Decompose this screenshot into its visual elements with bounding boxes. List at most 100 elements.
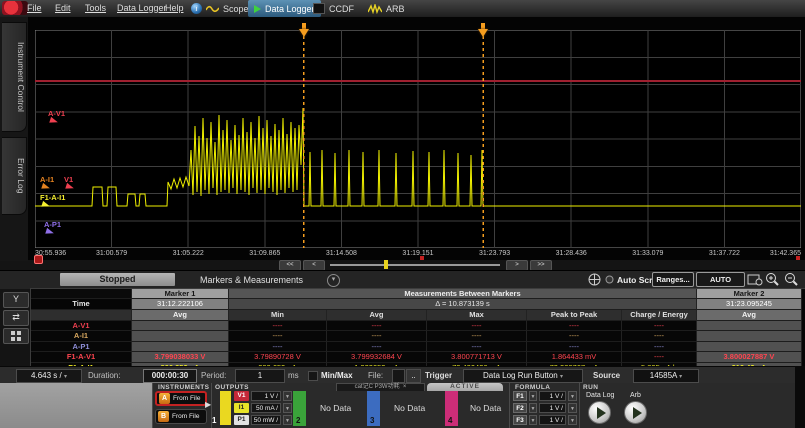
- output-v1-value[interactable]: 1 V /: [251, 391, 281, 401]
- x-axis: 30:55.93631:00.57931:05.22231:09.86531:1…: [35, 250, 801, 260]
- active-tab[interactable]: ACTIVE: [427, 383, 503, 391]
- output2-number: 2: [296, 416, 300, 425]
- channel-row-label: A-V1: [31, 321, 132, 331]
- dropdown-arrow-icon[interactable]: ▼: [529, 415, 537, 425]
- zoom-in-icon[interactable]: [765, 272, 780, 286]
- period-input[interactable]: 1: [235, 369, 285, 383]
- waveform-svg: [35, 30, 801, 248]
- tab-scope[interactable]: Scope: [200, 0, 255, 17]
- measurement-value: ----: [327, 342, 427, 352]
- timescale-dropdown[interactable]: 4.643 s / ▾: [16, 369, 82, 383]
- ccdf-icon: [313, 3, 325, 14]
- instrument-b-button[interactable]: B From File: [155, 409, 207, 424]
- dropdown-arrow-icon[interactable]: ▼: [568, 403, 577, 413]
- menu-file[interactable]: File: [27, 3, 42, 13]
- zoom-out-icon[interactable]: [784, 272, 799, 286]
- file-input[interactable]: [392, 369, 405, 383]
- bottom-left-pane: [0, 383, 152, 428]
- stat-spacer: [31, 310, 132, 321]
- chevron-down-icon[interactable]: ▾: [327, 274, 340, 287]
- x-tick-label: 31:23.793: [479, 250, 510, 257]
- measurement-value: ----: [527, 342, 622, 352]
- dropdown-arrow-icon[interactable]: ▼: [283, 403, 292, 413]
- dropdown-arrow-icon[interactable]: ▼: [283, 415, 292, 425]
- menu-tools[interactable]: Tools: [85, 3, 106, 13]
- sidebar-tab-error-log[interactable]: Error Log: [2, 137, 27, 215]
- marker2-value: [697, 321, 802, 331]
- tab-ccdf[interactable]: CCDF: [307, 0, 360, 17]
- tab-arb[interactable]: ARB: [362, 0, 411, 17]
- formula-f1-value[interactable]: 1 V /: [539, 391, 566, 401]
- stat-column-header: Charge / Energy: [622, 310, 697, 321]
- screenshot-icon[interactable]: [747, 273, 763, 286]
- minmax-label: Min/Max: [321, 371, 353, 380]
- instrument-a-button[interactable]: A From File: [155, 391, 207, 406]
- ranges-button[interactable]: Ranges...: [652, 272, 694, 287]
- output4-status: No Data: [470, 403, 501, 413]
- marker1-value: [132, 331, 229, 341]
- output2-status: No Data: [320, 403, 351, 413]
- scroll-thumb[interactable]: [384, 260, 388, 269]
- marker1-time: 31:12.222106: [132, 299, 229, 310]
- output1-bar[interactable]: [220, 391, 231, 425]
- marker-1-arrow-icon[interactable]: [299, 29, 309, 37]
- stat-column-header: Peak to Peak: [527, 310, 622, 321]
- instruments-header: INSTRUMENTS: [158, 384, 209, 391]
- measurement-value: ----: [229, 342, 327, 352]
- grid-view-icon[interactable]: [3, 328, 29, 344]
- output-i1-value[interactable]: 50 mA /: [251, 403, 281, 413]
- formula-f1-badge[interactable]: F1: [513, 391, 527, 401]
- dropdown-arrow-icon[interactable]: ▼: [529, 391, 537, 401]
- close-icon[interactable]: ×: [403, 384, 407, 390]
- output-badge-p1: P1: [234, 415, 249, 425]
- probe-icon[interactable]: Y: [3, 292, 29, 308]
- app-window: File Edit Tools Data Logger Help i Scope…: [0, 0, 805, 428]
- measurement-value: ----: [327, 331, 427, 341]
- browse-button[interactable]: ..: [406, 369, 421, 383]
- marker1-value: [132, 321, 229, 331]
- data-log-play-button[interactable]: [588, 401, 611, 424]
- source-dropdown[interactable]: 14585A ▾: [633, 369, 699, 383]
- arb-play-button[interactable]: [624, 401, 647, 424]
- dropdown-arrow-icon[interactable]: ▼: [529, 403, 537, 413]
- sine-icon: [206, 4, 219, 13]
- sidebar-tab-instrument-control[interactable]: Instrument Control: [2, 22, 27, 132]
- markers-icon[interactable]: ⇄: [3, 310, 29, 326]
- formula-f3-value[interactable]: 1 V /: [539, 415, 566, 425]
- duration-value[interactable]: 000:00:30: [143, 369, 197, 383]
- plot-area[interactable]: [35, 30, 801, 248]
- scroll-track[interactable]: [330, 264, 500, 266]
- dropdown-arrow-icon[interactable]: ▼: [283, 391, 292, 401]
- marker-2-arrow-icon[interactable]: [478, 29, 488, 37]
- x-tick-label: 31:00.579: [96, 250, 127, 257]
- marker2-time: 31:23.095245: [697, 299, 802, 310]
- measurement-value: ----: [327, 321, 427, 331]
- formula-f2-value[interactable]: 1 V /: [539, 403, 566, 413]
- dropdown-arrow-icon[interactable]: ▼: [568, 391, 577, 401]
- crosshair-icon[interactable]: [588, 273, 601, 286]
- formula-header: FORMULA: [515, 384, 550, 391]
- channel-row-label: A-P1: [31, 342, 132, 352]
- auto-scale-button[interactable]: AUTO SCALE: [696, 272, 745, 287]
- arb-run-label: Arb: [630, 392, 641, 399]
- x-tick-label: 31:19.151: [402, 250, 433, 257]
- expand-chevron-icon[interactable]: ▶: [205, 400, 211, 409]
- menu-help[interactable]: Help: [165, 3, 184, 13]
- menu-data-logger[interactable]: Data Logger: [117, 3, 167, 13]
- x-tick-label: 31:05.222: [173, 250, 204, 257]
- chart-area[interactable]: A-V1A-I1V1F1-A-I1A-P1 30:55.93631:00.579…: [28, 17, 805, 260]
- dropdown-arrow-icon[interactable]: ▼: [568, 415, 577, 425]
- minmax-checkbox[interactable]: [308, 371, 318, 381]
- bottom-panel: INSTRUMENTS A From File B From File ▶ OU…: [0, 383, 805, 428]
- auto-scroll-icon[interactable]: [605, 275, 614, 284]
- channel-row-label: A-I1: [31, 331, 132, 341]
- output-p1-value[interactable]: 50 mW /: [251, 415, 281, 425]
- measurement-value: ----: [229, 331, 327, 341]
- menu-edit[interactable]: Edit: [55, 3, 71, 13]
- formula-f3-badge[interactable]: F3: [513, 415, 527, 425]
- formula-f2-badge[interactable]: F2: [513, 403, 527, 413]
- markers-measurements-menu[interactable]: Markers & Measurements: [200, 275, 303, 285]
- delta-value: Δ = 10.873139 s: [229, 299, 697, 310]
- datalog-file-tab[interactable]: cat记C P3W功耗 ×: [336, 383, 425, 391]
- trigger-dropdown[interactable]: Data Log Run Button ▾: [463, 369, 583, 383]
